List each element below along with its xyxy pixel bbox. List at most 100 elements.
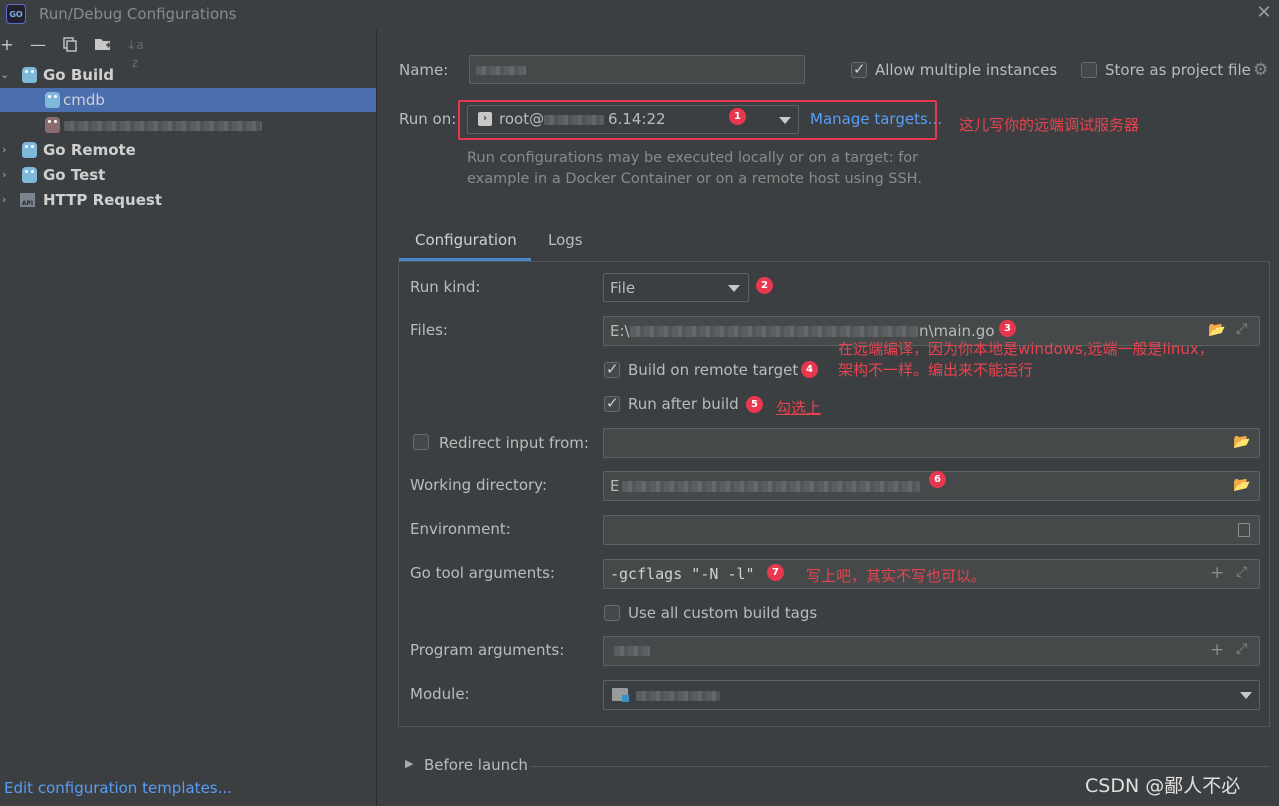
tree-item-http-request[interactable]: › API HTTP Request (0, 188, 376, 212)
redirect-input-field[interactable]: 📂 (603, 428, 1260, 458)
separator (530, 766, 1270, 767)
expand-icon[interactable]: ⤢ (1236, 321, 1247, 337)
chevron-down-icon (1240, 692, 1252, 699)
csdn-watermark: CSDN @鄙人不必 (1085, 775, 1241, 797)
redacted-name (476, 66, 526, 75)
allow-multiple-checkbox[interactable] (851, 60, 867, 78)
build-remote-label: Build on remote target (628, 361, 799, 379)
files-value-prefix: E:\ (610, 322, 630, 340)
module-select[interactable] (603, 680, 1260, 710)
chevron-down-icon[interactable]: ⌄ (0, 63, 12, 87)
redacted-module (636, 691, 720, 701)
annotation-marker-4: 4 (801, 361, 818, 378)
run-kind-select[interactable]: File (603, 273, 749, 302)
goland-app-icon: GO (6, 4, 26, 24)
redacted-config-name (64, 121, 262, 131)
folder-add-icon[interactable] (94, 36, 112, 54)
program-args-label: Program arguments: (410, 641, 565, 659)
tree-item-go-remote[interactable]: › Go Remote (0, 138, 376, 162)
edit-templates-link[interactable]: Edit configuration templates... (4, 779, 232, 797)
tab-configuration[interactable]: Configuration (415, 231, 517, 249)
add-icon[interactable]: + (0, 36, 16, 54)
ssh-terminal-icon: › (478, 112, 492, 126)
tree-item-label: Go Test (43, 166, 106, 184)
go-gopher-error-icon (45, 117, 60, 133)
window-title: Run/Debug Configurations (39, 5, 237, 23)
before-launch-label[interactable]: Before launch (424, 756, 528, 774)
chevron-right-icon[interactable]: ▶ (405, 757, 413, 770)
add-icon[interactable]: + (1210, 563, 1224, 583)
tree-item-label: Go Remote (43, 141, 136, 159)
folder-icon[interactable]: 📂 (1233, 434, 1250, 450)
annotation-marker-6: 6 (929, 471, 946, 488)
annotation-marker-3: 3 (999, 320, 1016, 337)
manage-targets-link[interactable]: Manage targets... (810, 110, 942, 128)
annotation-marker-2: 2 (756, 277, 773, 294)
run-on-label: Run on: (399, 110, 457, 128)
files-label: Files: (410, 321, 448, 339)
name-input[interactable] (469, 55, 805, 84)
run-on-select[interactable]: › root@ 6.14:22 (467, 105, 799, 134)
run-kind-value: File (610, 279, 636, 297)
tree-item-blurred[interactable] (0, 113, 376, 137)
title-bar: GO Run/Debug Configurations ✕ (0, 0, 1279, 28)
chevron-right-icon[interactable]: › (2, 188, 14, 212)
sort-icon[interactable]: ↓a z (126, 36, 144, 70)
expand-icon[interactable]: ⤢ (1236, 564, 1247, 580)
annotation-marker-1: 1 (729, 108, 746, 125)
name-label: Name: (399, 61, 449, 79)
module-label: Module: (410, 685, 470, 703)
annotation-check-it: 勾选上 (776, 399, 822, 417)
tree-item-go-build[interactable]: ⌄ Go Build (0, 63, 376, 87)
go-tool-args-label: Go tool arguments: (410, 564, 555, 582)
run-after-build-checkbox[interactable] (604, 394, 620, 412)
redacted-args (614, 646, 650, 656)
annotation-marker-5: 5 (746, 396, 763, 413)
store-project-label: Store as project file (1105, 61, 1251, 79)
chevron-down-icon (779, 117, 791, 124)
add-icon[interactable]: + (1210, 640, 1224, 660)
program-args-input[interactable]: + ⤢ (603, 636, 1260, 666)
remove-icon[interactable]: — (29, 36, 47, 54)
expand-icon[interactable]: ⤢ (1236, 641, 1247, 657)
tree-item-label: cmdb (63, 91, 105, 109)
tree-item-label: Go Build (43, 66, 114, 84)
environment-input[interactable] (603, 515, 1260, 545)
gear-icon[interactable]: ⚙ (1253, 60, 1268, 80)
custom-build-tags-checkbox[interactable] (604, 605, 620, 621)
run-kind-label: Run kind: (410, 278, 481, 296)
go-test-icon (22, 167, 37, 183)
document-icon[interactable] (1238, 523, 1250, 537)
annotation-write-it: 写上吧，其实不写也可以。 (806, 567, 987, 585)
redacted-path (622, 481, 920, 492)
chevron-down-icon (728, 285, 740, 292)
allow-multiple-label: Allow multiple instances (875, 61, 1058, 79)
working-dir-label: Working directory: (410, 476, 548, 494)
run-on-hint-2: example in a Docker Container or on a re… (467, 171, 922, 187)
api-icon: API (20, 193, 35, 207)
annotation-compile-1: 在远端编译，因为你本地是windows,远端一般是linux， (838, 340, 1214, 358)
redacted-host (544, 115, 604, 125)
tab-logs[interactable]: Logs (548, 231, 583, 249)
tree-item-label: HTTP Request (43, 191, 162, 209)
environment-label: Environment: (410, 520, 511, 538)
module-badge-icon (622, 695, 629, 702)
redirect-input-checkbox[interactable] (413, 434, 429, 450)
tree-item-cmdb[interactable]: cmdb (0, 88, 376, 112)
build-remote-checkbox[interactable] (604, 360, 620, 378)
go-remote-icon (22, 142, 37, 158)
store-project-checkbox[interactable] (1081, 62, 1097, 78)
annotation-compile-2: 架构不一样。编出来不能运行 (838, 361, 1034, 379)
folder-icon[interactable]: 📂 (1233, 477, 1250, 493)
folder-icon[interactable]: 📂 (1208, 322, 1225, 338)
run-on-value-prefix: root@ (499, 110, 545, 128)
run-on-hint-1: Run configurations may be executed local… (467, 150, 919, 166)
go-gopher-icon (45, 92, 60, 108)
copy-icon[interactable] (61, 36, 79, 54)
tree-item-go-test[interactable]: › Go Test (0, 163, 376, 187)
annotation-marker-7: 7 (767, 564, 784, 581)
chevron-right-icon[interactable]: › (2, 138, 14, 162)
chevron-right-icon[interactable]: › (2, 163, 14, 187)
working-dir-prefix: E (610, 477, 620, 495)
close-icon[interactable]: ✕ (1254, 2, 1274, 24)
